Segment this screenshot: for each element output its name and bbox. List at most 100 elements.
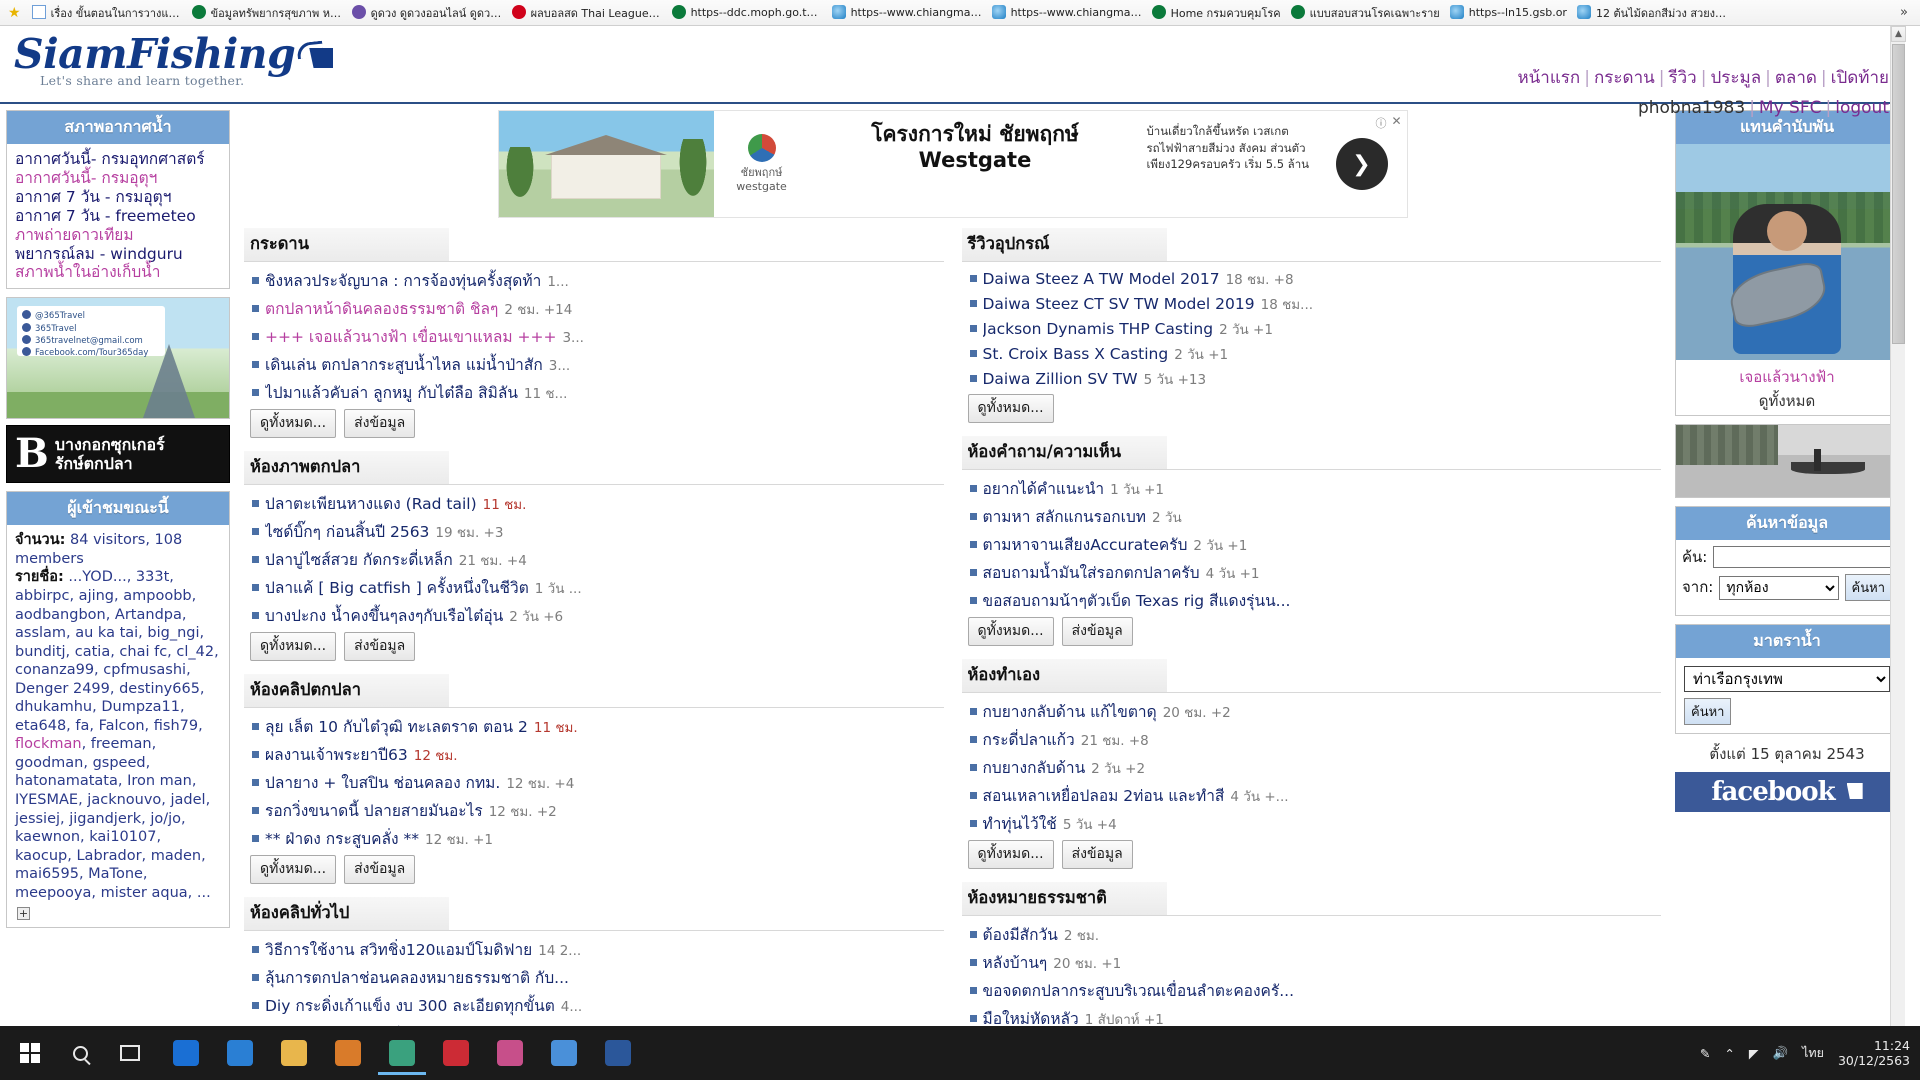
- thread-title-link[interactable]: สอบถามน้ำมันใส่รอกตกปลาครับ: [983, 560, 1200, 585]
- thread-title-link[interactable]: ตามหาจานเสียงAccurateครับ: [983, 532, 1188, 557]
- thread-title-link[interactable]: บางปะกง น้ำคงขึ้นๆลงๆกับเรือไต๋อุ่น: [265, 603, 503, 628]
- view-all-button[interactable]: ดูทั้งหมด...: [250, 632, 337, 661]
- thread-title-link[interactable]: รอกวิ่งขนาดนี้ ปลายสายมันอะไร: [265, 798, 483, 823]
- view-all-button[interactable]: ดูทั้งหมด...: [250, 855, 337, 884]
- nav-item-review[interactable]: รีวิว: [1668, 68, 1696, 88]
- thread-title-link[interactable]: ปลายาง + ใบสปิน ช่อนคลอง กทม.: [265, 770, 500, 795]
- weather-link[interactable]: อากาศ 7 วัน - freemeteo: [15, 207, 221, 226]
- page-scrollbar[interactable]: ▲ ▼: [1890, 26, 1906, 1052]
- submit-button[interactable]: ส่งข้อมูล: [344, 855, 416, 884]
- nav-item-board[interactable]: กระดาน: [1594, 68, 1655, 88]
- opera-icon[interactable]: [432, 1031, 480, 1075]
- app-icon[interactable]: [486, 1031, 534, 1075]
- bookmark-item[interactable]: https--www.chiangmaihe...: [987, 3, 1147, 23]
- mail-icon[interactable]: [162, 1031, 210, 1075]
- thread-title-link[interactable]: อยากได้คำแนะนำ: [983, 476, 1105, 501]
- chevron-up-icon[interactable]: ⌃: [1724, 1046, 1734, 1061]
- gallery-caption-link[interactable]: เจอแล้วนางฟ้า: [1680, 365, 1894, 389]
- river-photo[interactable]: [1675, 424, 1899, 498]
- bookmark-star-icon[interactable]: ★: [4, 5, 25, 21]
- bookmark-item[interactable]: Home กรมควบคุมโรค: [1147, 2, 1286, 24]
- thread-title-link[interactable]: ลุ้นการตกปลาช่อนคลองหมายธรรมชาติ กับ...: [265, 965, 569, 990]
- forum-section-title[interactable]: ห้องคลิปทั่วไป: [244, 897, 449, 931]
- search-icon[interactable]: [56, 1031, 104, 1075]
- submit-button[interactable]: ส่งข้อมูล: [344, 409, 416, 438]
- thread-title-link[interactable]: Daiwa Steez CT SV TW Model 2019: [983, 295, 1255, 313]
- search-input[interactable]: [1713, 546, 1898, 568]
- thread-title-link[interactable]: ไปมาแล้วคับล่า ลูกหมู กับไต๋ลือ สิมิลัน: [265, 380, 518, 405]
- thread-title-link[interactable]: ตกปลาหน้าดินคลองธรรมชาติ ชิลๆ: [265, 296, 498, 321]
- thread-title-link[interactable]: ขอสอบถามน้าๆตัวเบ็ด Texas rig สีแดงรุ่นน…: [983, 588, 1291, 613]
- thread-title-link[interactable]: ไซด์บิ๊กๆ ก่อนสิ้นปี 2563: [265, 519, 429, 544]
- language-indicator[interactable]: ไทย: [1802, 1043, 1824, 1063]
- nav-item-trunk[interactable]: เปิดท้าย: [1831, 68, 1889, 88]
- scrollbar-thumb[interactable]: [1892, 44, 1905, 344]
- weather-link[interactable]: พยากรณ์ลม - windguru: [15, 245, 221, 264]
- forum-section-title[interactable]: ห้องคลิปตกปลา: [244, 674, 449, 708]
- thread-title-link[interactable]: เดินเล่น ตกปลากระสูบน้ำไหล แม่น้ำป่าสัก: [265, 352, 543, 377]
- logout-link[interactable]: logout: [1835, 98, 1889, 118]
- thread-title-link[interactable]: +++ เจอแล้วนางฟ้า เขื่อนเขาแหลม +++: [265, 324, 556, 349]
- ad-info-icon[interactable]: ⓘ: [1376, 115, 1387, 131]
- bookmark-item[interactable]: แบบสอบสวนโรคเฉพาะราย: [1286, 2, 1445, 24]
- network-icon[interactable]: ◤: [1749, 1046, 1759, 1061]
- store-icon[interactable]: [324, 1031, 372, 1075]
- bookmark-item[interactable]: https--www.chiangmaihe...: [827, 3, 987, 23]
- edge-active-icon[interactable]: [378, 1031, 426, 1075]
- bookmark-item[interactable]: https--ln15.gsb.or: [1445, 3, 1572, 23]
- forum-section-title[interactable]: ห้องหมายธรรมชาติ: [961, 882, 1167, 916]
- google-ad-banner[interactable]: ชัยพฤกษ์ westgate โครงการใหม่ ชัยพฤกษ์ W…: [497, 110, 1408, 218]
- thread-title-link[interactable]: ตามหา สลักแกนรอกเบท: [983, 504, 1147, 529]
- bookmark-item[interactable]: ดูดวง ดูดวงออนไลน์ ดูดวงปี 25...: [347, 2, 507, 24]
- gallery-photo[interactable]: [1676, 144, 1898, 360]
- word-icon[interactable]: [594, 1031, 642, 1075]
- bookmark-item[interactable]: https--ddc.moph.go.th-u...: [667, 3, 827, 23]
- windows-start-icon[interactable]: [6, 1031, 54, 1075]
- bookmark-item[interactable]: 12 ต้นไม้ดอกสีม่วง สวยงาม เห...: [1572, 2, 1732, 24]
- site-logo[interactable]: SiamFishing Let's share and learn togeth…: [14, 34, 334, 88]
- nav-item-market[interactable]: ตลาด: [1775, 68, 1817, 88]
- bookmark-item[interactable]: เรื่อง ขั้นตอนในการวางแผนและเ...: [27, 2, 187, 24]
- task-view-icon[interactable]: [106, 1031, 154, 1075]
- bookmark-item[interactable]: ข้อมูลทรัพยากรสุขภาพ หน่วยบ...: [187, 2, 347, 24]
- forum-section-title[interactable]: ห้องทำเอง: [961, 659, 1167, 693]
- bookmark-overflow-button[interactable]: »: [1892, 5, 1916, 20]
- view-all-button[interactable]: ดูทั้งหมด...: [250, 409, 337, 438]
- thread-title-link[interactable]: กบยางกลับด้าน: [983, 755, 1086, 780]
- thread-title-link[interactable]: Diy กระดิ่งเก้าแข็ง งบ 300 ละเอียดทุกขั้…: [265, 993, 555, 1018]
- thread-title-link[interactable]: กระดี่ปลาแก้ว: [983, 727, 1075, 752]
- tide-station-select[interactable]: ท่าเรือกรุงเทพ: [1684, 666, 1890, 692]
- plus-box-icon[interactable]: +: [17, 907, 30, 921]
- thread-title-link[interactable]: ลุย เล็ต 10 กับไต๋วุฒิ ทะเลตราด ตอน 2: [265, 714, 528, 739]
- view-all-button[interactable]: ดูทั้งหมด...: [967, 394, 1054, 423]
- thread-title-link[interactable]: Daiwa Zillion SV TW: [983, 370, 1138, 388]
- submit-button[interactable]: ส่งข้อมูล: [1061, 840, 1133, 869]
- ad-bangkok-sugar-banner[interactable]: B บางกอกซุกเกอร์ รักษ์ตกปลา: [6, 425, 230, 484]
- thread-title-link[interactable]: ขอจดตกปลากระสูบบริเวณเขื่อนลำตะคองครั...: [983, 978, 1295, 1003]
- chrome-icon[interactable]: [540, 1031, 588, 1075]
- facebook-banner[interactable]: facebook: [1675, 772, 1899, 812]
- weather-link[interactable]: อากาศวันนี้- กรมอุตุฯ: [15, 169, 221, 188]
- view-all-button[interactable]: ดูทั้งหมด...: [967, 617, 1054, 646]
- taskbar-clock[interactable]: 11:24 30/12/2563: [1838, 1038, 1910, 1068]
- gallery-view-all[interactable]: ดูทั้งหมด: [1759, 392, 1815, 410]
- thread-title-link[interactable]: ผลงานเจ้าพระยาปี63: [265, 742, 408, 767]
- forum-section-title[interactable]: กระดาน: [244, 228, 449, 262]
- thread-title-link[interactable]: หลังบ้านๆ: [983, 950, 1048, 975]
- thread-title-link[interactable]: ต้องมีสักวัน: [983, 922, 1058, 947]
- thread-title-link[interactable]: ทำทุ่นไว้ใช้: [983, 811, 1057, 836]
- nav-item-home[interactable]: หน้าแรก: [1517, 68, 1580, 88]
- weather-link[interactable]: ภาพถ่ายดาวเทียม: [15, 226, 221, 245]
- search-scope-select[interactable]: ทุกห้อง: [1719, 575, 1839, 600]
- bookmark-item[interactable]: ผลบอลสด Thai League 2 (ไ...: [507, 2, 667, 24]
- volume-icon[interactable]: 🔊: [1773, 1045, 1789, 1061]
- pen-icon[interactable]: ✎: [1700, 1046, 1710, 1061]
- thread-title-link[interactable]: ปลาตะเพียนหางแดง (Rad tail): [265, 491, 477, 516]
- forum-section-title[interactable]: ห้องภาพตกปลา: [244, 451, 449, 485]
- weather-link[interactable]: อากาศ 7 วัน - กรมอุตุฯ: [15, 188, 221, 207]
- visitor-name-highlight[interactable]: flockman: [15, 736, 82, 752]
- weather-link[interactable]: สภาพน้ำในอ่างเก็บน้ำ: [15, 263, 221, 282]
- thread-title-link[interactable]: Jackson Dynamis THP Casting: [983, 320, 1214, 338]
- thread-title-link[interactable]: St. Croix Bass X Casting: [983, 345, 1169, 363]
- my-sfc-link[interactable]: My SFC: [1759, 98, 1822, 118]
